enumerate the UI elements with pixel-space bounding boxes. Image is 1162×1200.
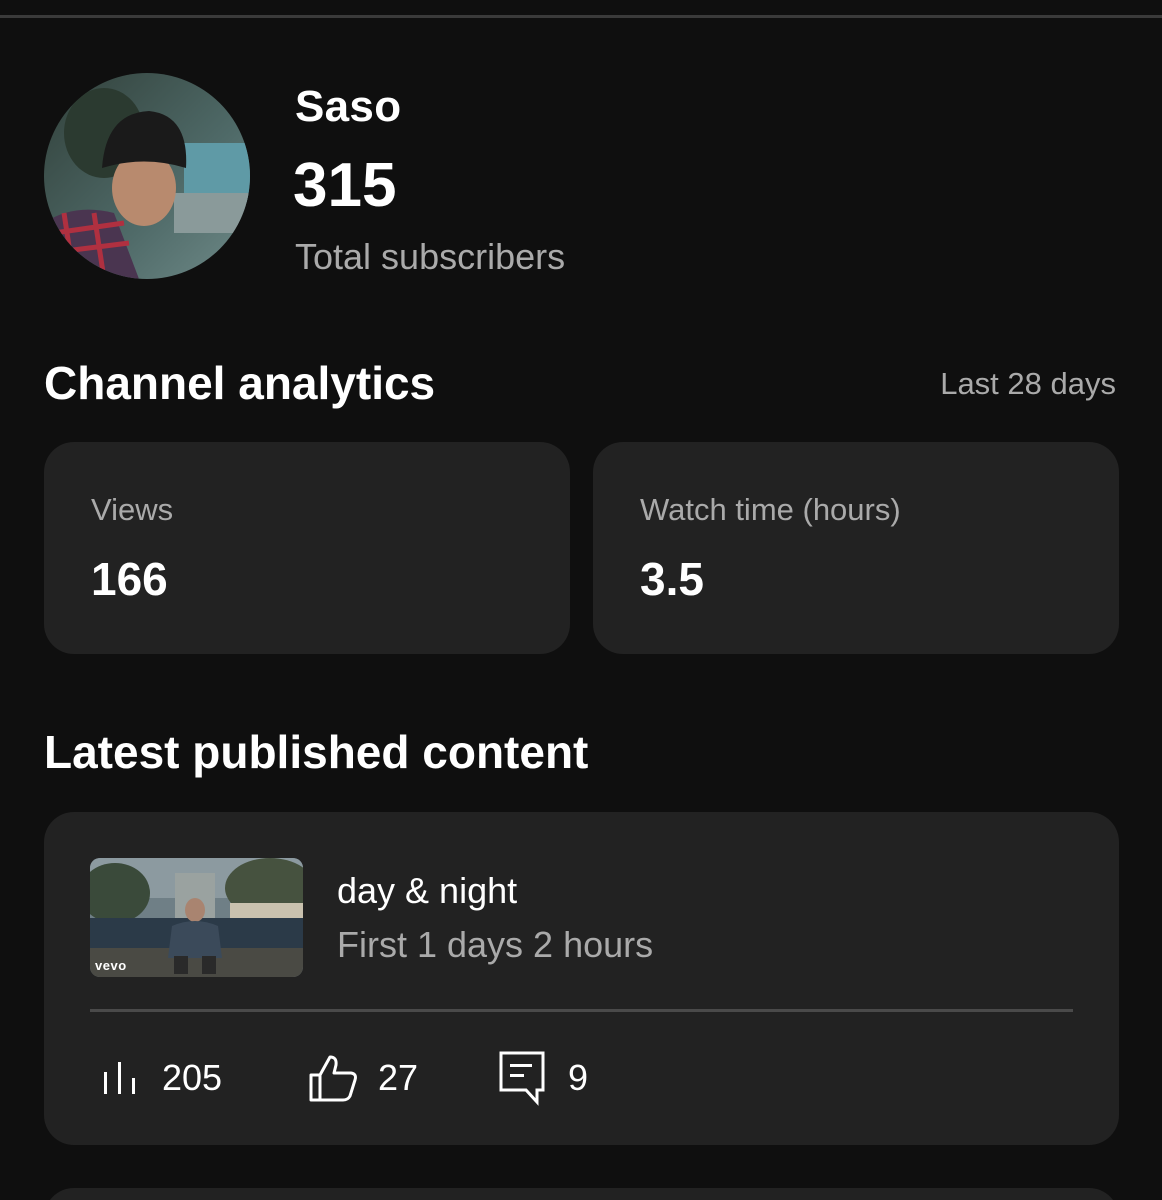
comment-icon (498, 1050, 546, 1106)
likes-metric: 27 (308, 1050, 418, 1106)
watch-time-card[interactable]: Watch time (hours) 3.5 (593, 442, 1119, 654)
latest-video-card[interactable]: vevo day & night First 1 days 2 hours 20… (44, 812, 1119, 1145)
video-thumbnail[interactable]: vevo (90, 858, 303, 977)
views-card[interactable]: Views 166 (44, 442, 570, 654)
watch-time-label: Watch time (hours) (640, 492, 901, 527)
channel-name: Saso (295, 82, 402, 131)
channel-dashboard: Saso 315 Total subscribers Channel analy… (0, 0, 1162, 1200)
date-range-label[interactable]: Last 28 days (940, 366, 1116, 402)
card-divider (90, 1009, 1073, 1012)
watch-time-value: 3.5 (640, 553, 704, 605)
thumbs-up-icon (308, 1053, 360, 1103)
views-metric: 205 (100, 1050, 222, 1106)
top-divider (0, 15, 1162, 18)
likes-count: 27 (378, 1057, 419, 1098)
comments-count: 9 (568, 1057, 589, 1098)
subscriber-count: 315 (293, 151, 397, 220)
views-value: 166 (91, 553, 168, 605)
views-label: Views (91, 492, 174, 527)
video-title[interactable]: day & night (337, 870, 517, 912)
bar-chart-icon (100, 1058, 140, 1098)
next-content-card[interactable] (44, 1188, 1119, 1200)
comments-metric: 9 (498, 1050, 588, 1106)
avatar[interactable] (44, 73, 250, 279)
analytics-title: Channel analytics (44, 357, 436, 409)
vevo-badge: vevo (95, 958, 127, 973)
subscriber-label: Total subscribers (295, 236, 566, 277)
views-count: 205 (162, 1057, 223, 1098)
video-period: First 1 days 2 hours (337, 924, 654, 965)
latest-content-title: Latest published content (44, 726, 589, 778)
